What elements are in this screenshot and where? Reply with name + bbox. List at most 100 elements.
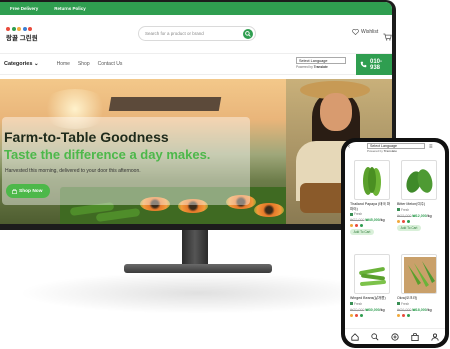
nav-link-contact[interactable]: Contact Us <box>98 61 123 67</box>
topbar-free-delivery[interactable]: Free Delivery <box>10 6 38 11</box>
phone-icon <box>360 61 367 68</box>
floor-shadow <box>18 272 378 314</box>
price-old: ₩22,000 <box>350 218 365 223</box>
price-unit: /kg <box>379 218 385 223</box>
search-input[interactable]: Search for a product or brand <box>138 26 256 41</box>
search-button[interactable] <box>243 28 253 39</box>
logo-dots <box>6 26 66 31</box>
add-to-cart-button[interactable]: Add To Cart <box>397 224 421 231</box>
back-arrow-icon[interactable]: ‹ <box>348 144 350 150</box>
tab-profile[interactable] <box>430 332 440 342</box>
translate-link[interactable]: Translate <box>314 65 328 69</box>
product-card[interactable]: Winged Beans(날개콩) Fresh ₩70,000 ₩30,000/… <box>350 254 396 317</box>
wishlist-link[interactable]: Wishlist <box>352 29 378 35</box>
categories-label: Categories <box>4 61 33 67</box>
logo-text: 랑꿀 그린원 <box>6 34 38 42</box>
mobile-tabbar <box>345 328 445 344</box>
tab-search[interactable] <box>370 332 380 342</box>
price-unit: /kg <box>426 307 432 312</box>
rating-dots <box>350 313 396 317</box>
hero-farmer-face <box>320 93 352 131</box>
mobile-powered-by: Powered by Translate <box>367 149 425 153</box>
product-card[interactable]: Okra(오크라) Fresh ₩26,000 ₩18,000/kg <box>397 254 443 317</box>
shop-now-label: Shop Now <box>19 188 43 194</box>
product-vendor: Fresh <box>397 302 443 306</box>
product-vendor: Fresh <box>397 208 443 212</box>
product-card[interactable]: Bitter Melon(여주) Fresh ₩15,000 ₩12,000/k… <box>397 160 443 231</box>
mobile-phone: ‹ Select Language Powered by Translate ≡… <box>341 138 449 348</box>
product-vendor: Fresh <box>350 212 396 216</box>
product-name[interactable]: Bitter Melon(여주) <box>397 202 441 207</box>
chevron-down-icon: ⌄ <box>33 61 39 67</box>
main-nav: Categories ⌄ Home Shop Contact Us Select… <box>0 53 392 75</box>
hero-market-stall <box>108 97 222 111</box>
product-name[interactable]: Thailand Papaya (태국 파 파야) <box>350 202 394 211</box>
product-card[interactable]: Thailand Papaya (태국 파 파야) Fresh ₩22,000 … <box>350 160 396 236</box>
desktop-screen: Free Delivery Returns Policy 랑꿀 그린원 Sear… <box>0 2 392 224</box>
product-image-winged-beans[interactable] <box>354 254 390 294</box>
hero-papaya-image <box>254 203 284 217</box>
vendor-icon <box>350 212 353 216</box>
menu-icon[interactable]: ≡ <box>429 144 433 150</box>
language-select[interactable]: Select Language <box>296 57 346 64</box>
bag-icon <box>12 188 17 194</box>
rating-dots <box>397 219 443 223</box>
monitor-stand-base <box>124 264 272 273</box>
categories-dropdown[interactable]: Categories ⌄ <box>4 61 39 67</box>
price-new: ₩12,000 <box>412 213 427 218</box>
product-price: ₩15,000 ₩12,000/kg <box>397 214 443 218</box>
tab-bag[interactable] <box>410 332 420 342</box>
hero-banner: Farm-to-Table Goodness Taste the differe… <box>0 79 392 224</box>
add-to-cart-button[interactable]: Add To Cart <box>350 229 374 236</box>
product-price: ₩22,000 ₩45,000/kg <box>350 218 396 222</box>
hero-tagline: Harvested this morning, delivered to you… <box>5 168 141 174</box>
product-vendor-label: Fresh <box>354 212 363 217</box>
mobile-powered-by-text: Powered by <box>367 149 383 153</box>
mobile-screen: ‹ Select Language Powered by Translate ≡… <box>345 142 445 344</box>
wishlist-label: Wishlist <box>361 29 379 35</box>
product-vendor-label: Fresh <box>354 301 363 306</box>
price-old: ₩70,000 <box>350 307 365 312</box>
search-icon <box>245 30 251 37</box>
site-logo[interactable]: 랑꿀 그린원 <box>6 26 66 42</box>
nav-link-shop[interactable]: Shop <box>78 61 90 67</box>
product-image-bitter-melon[interactable] <box>401 160 437 200</box>
powered-by: Powered by Translate <box>296 65 346 69</box>
plus-icon <box>391 332 399 341</box>
language-widget: Select Language Powered by Translate <box>296 57 346 69</box>
price-unit: /kg <box>379 307 385 312</box>
topbar-returns-policy[interactable]: Returns Policy <box>54 6 86 11</box>
product-vendor-label: Fresh <box>401 301 410 306</box>
phone-contact-button[interactable]: 010-938 <box>356 54 392 75</box>
price-new: ₩30,000 <box>365 307 380 312</box>
mobile-translate-link[interactable]: Translate <box>384 149 397 153</box>
tab-add[interactable] <box>390 332 400 342</box>
product-price: ₩26,000 ₩18,000/kg <box>397 308 443 312</box>
product-name[interactable]: Okra(오크라) <box>397 296 441 301</box>
heart-icon <box>352 29 359 35</box>
hero-title: Farm-to-Table Goodness <box>4 129 169 145</box>
mobile-language-widget: Select Language Powered by Translate <box>367 143 425 153</box>
home-icon <box>351 332 359 341</box>
product-vendor-label: Fresh <box>401 207 410 212</box>
price-old: ₩15,000 <box>397 213 412 218</box>
product-image-papaya[interactable] <box>354 160 390 200</box>
vendor-icon <box>397 208 400 212</box>
product-price: ₩70,000 ₩30,000/kg <box>350 308 396 312</box>
nav-link-home[interactable]: Home <box>57 61 70 67</box>
tab-home[interactable] <box>350 332 360 342</box>
phone-number: 010-938 <box>370 58 383 71</box>
mockup-stage: Free Delivery Returns Policy 랑꿀 그린원 Sear… <box>0 0 450 349</box>
rating-dots <box>350 224 396 228</box>
vendor-icon <box>350 302 353 306</box>
hero-subtitle: Taste the difference a day makes. <box>4 147 211 162</box>
promo-topbar: Free Delivery Returns Policy <box>0 2 392 15</box>
shop-now-button[interactable]: Shop Now <box>6 184 50 198</box>
product-name[interactable]: Winged Beans(날개콩) <box>350 296 394 301</box>
desktop-monitor: Free Delivery Returns Policy 랑꿀 그린원 Sear… <box>0 0 396 230</box>
product-image-okra[interactable] <box>401 254 437 294</box>
site-header: 랑꿀 그린원 Search for a product or brand Wis… <box>0 15 392 53</box>
price-unit: /kg <box>426 213 432 218</box>
cart-button[interactable] <box>383 28 392 46</box>
bag-icon <box>411 332 419 341</box>
